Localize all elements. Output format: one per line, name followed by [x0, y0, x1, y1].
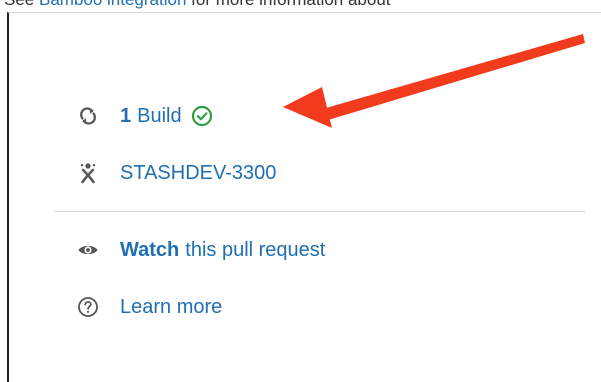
sync-icon [77, 105, 99, 127]
intro-suffix: for more information about [186, 0, 390, 9]
bamboo-integration-link[interactable]: Bamboo integration [39, 0, 186, 9]
pull-request-sidebar-panel [7, 12, 601, 382]
jira-issue-row[interactable]: STASHDEV-3300 [77, 158, 276, 188]
watch-row[interactable]: Watch this pull request [77, 235, 325, 265]
learn-more-row[interactable]: Learn more [77, 292, 222, 322]
watch-action-link[interactable]: Watch [120, 239, 179, 262]
build-count[interactable]: 1 [120, 105, 131, 128]
watch-description[interactable]: this pull request [185, 239, 325, 262]
build-label[interactable]: Build [137, 105, 181, 128]
intro-prefix: See [4, 0, 39, 9]
builds-row[interactable]: 1 Build [77, 101, 213, 131]
jira-icon [77, 162, 99, 184]
eye-icon [77, 239, 99, 261]
learn-more-link[interactable]: Learn more [120, 296, 222, 319]
help-circle-icon [77, 296, 99, 318]
check-circle-icon [191, 105, 213, 127]
section-divider [54, 211, 585, 212]
jira-issue-link[interactable]: STASHDEV-3300 [120, 162, 276, 185]
